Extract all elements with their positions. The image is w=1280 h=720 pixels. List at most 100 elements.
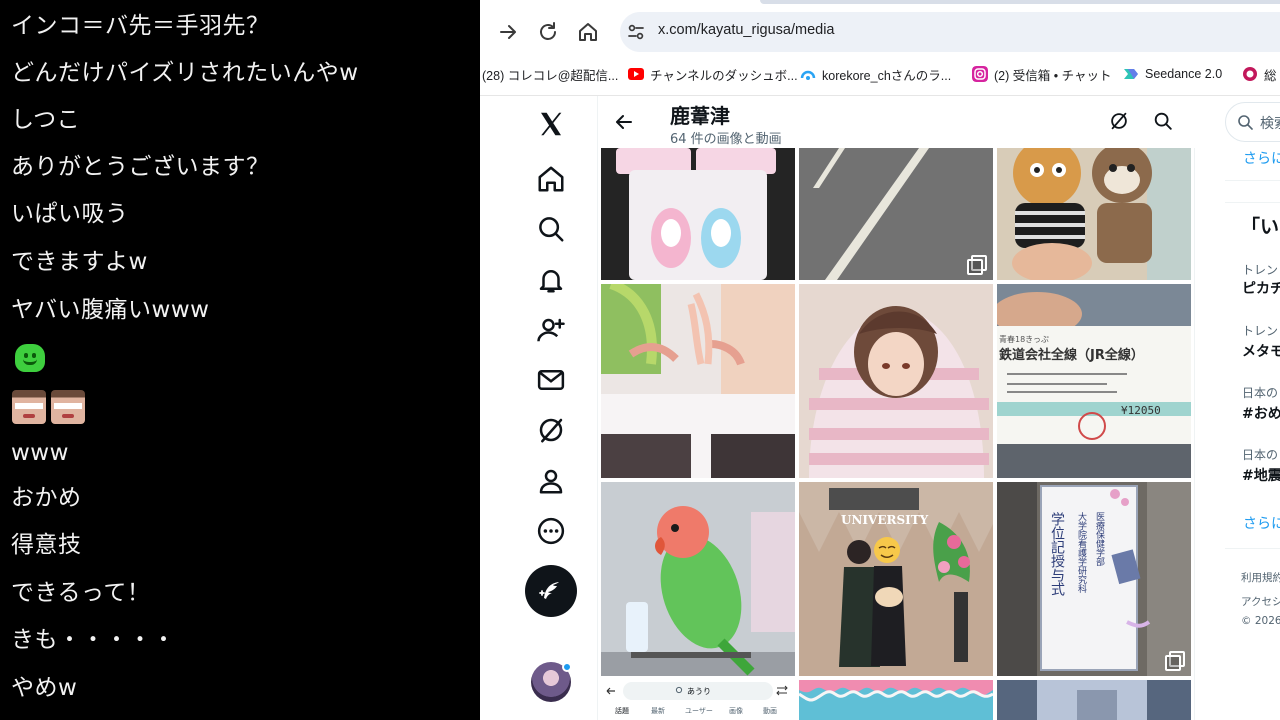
- footer-copyright: © 2026: [1241, 615, 1280, 627]
- right-sidebar: 検索 さらに 「い トレン ピカチ トレン メタモ 日本の #おめ 日本の #地…: [1225, 96, 1280, 720]
- chat-message: きも・・・・・: [11, 627, 176, 653]
- section-divider: [1225, 548, 1280, 549]
- bookmark-korekore-channel[interactable]: (28) コレコレ@超配信...: [482, 65, 618, 83]
- compose-post-button[interactable]: [525, 565, 577, 617]
- svg-text:大学院看護学研究科: 大学院看護学研究科: [1076, 511, 1087, 594]
- media-thumbnail: [997, 680, 1191, 720]
- explore-search-icon[interactable]: [536, 214, 566, 244]
- media-count: 64 件の画像と動画: [670, 132, 782, 147]
- bookmark-overflow[interactable]: 総: [1242, 65, 1277, 83]
- media-tile[interactable]: [997, 148, 1191, 280]
- forward-icon[interactable]: [496, 20, 520, 44]
- svg-text:学位記授与式: 学位記授与式: [1049, 512, 1065, 596]
- green-smile-emoji-icon: [15, 344, 45, 372]
- home-nav-icon[interactable]: [536, 164, 566, 194]
- media-thumbnail: [799, 148, 993, 280]
- chat-message: ありがとうございます？: [11, 154, 270, 180]
- svg-text:画像: 画像: [729, 706, 743, 715]
- media-tile[interactable]: UNIVERSITY: [799, 482, 993, 676]
- browser-window: x.com/kayatu_rigusa/media (28) コレコレ@超配信.…: [480, 0, 1280, 720]
- chat-message: どんだけパイズリされたいんやw: [11, 60, 359, 86]
- trend-item[interactable]: ピカチ: [1242, 278, 1280, 298]
- media-tile[interactable]: あうり 話題 最新 ユーザー 画像 動画: [601, 680, 795, 720]
- chat-message: いぱい吸う: [11, 201, 129, 227]
- media-tile[interactable]: [799, 284, 993, 478]
- profile-header: 鹿葦津 64 件の画像と動画: [598, 96, 1196, 148]
- url-text[interactable]: x.com/kayatu_rigusa/media: [658, 22, 835, 38]
- media-thumbnail: [997, 148, 1191, 280]
- svg-text:青春18きっぷ: 青春18きっぷ: [999, 334, 1049, 344]
- follow-add-user-icon[interactable]: [536, 315, 566, 345]
- grok-icon[interactable]: [536, 415, 566, 445]
- chat-message: インコ＝バ先＝手羽先？: [11, 13, 270, 39]
- svg-text:あうり: あうり: [687, 687, 711, 696]
- more-options-icon[interactable]: [536, 516, 566, 546]
- back-arrow-icon[interactable]: [614, 112, 634, 132]
- trend-context: 日本の: [1242, 448, 1279, 462]
- search-icon: [1238, 115, 1253, 130]
- svg-text:UNIVERSITY: UNIVERSITY: [841, 513, 929, 527]
- live-streaming-icon: [800, 70, 816, 80]
- site-settings-icon[interactable]: [626, 22, 646, 42]
- search-input[interactable]: 検索: [1225, 102, 1280, 142]
- svg-text:ユーザー: ユーザー: [685, 707, 713, 715]
- footer-link-terms[interactable]: 利用規約: [1241, 570, 1280, 585]
- bookmark-channel-dashboard[interactable]: チャンネルのダッシュボ...: [628, 65, 798, 83]
- search-profile-icon[interactable]: [1152, 110, 1174, 132]
- tab-strip: [760, 0, 1280, 4]
- media-thumbnail: [799, 680, 993, 720]
- media-tile[interactable]: 鉄道会社全線（JR全線） 青春18きっぷ ¥12050: [997, 284, 1191, 478]
- face-emoji-icon: [12, 390, 46, 424]
- grok-analyze-icon[interactable]: [1108, 110, 1130, 132]
- trend-item[interactable]: #おめ: [1242, 403, 1280, 423]
- trend-context: 日本の: [1242, 386, 1279, 400]
- media-tile[interactable]: [601, 284, 795, 478]
- chat-message: www: [11, 440, 69, 466]
- bookmark-instagram-inbox[interactable]: (2) 受信箱 • チャット: [972, 65, 1111, 83]
- messages-mail-icon[interactable]: [536, 365, 566, 395]
- media-thumbnail: UNIVERSITY: [799, 482, 993, 676]
- trend-item[interactable]: メタモ: [1242, 341, 1280, 361]
- media-thumbnail: [601, 284, 795, 478]
- trend-item[interactable]: #地震: [1242, 465, 1280, 485]
- media-timeline: 鉄道会社全線（JR全線） 青春18きっぷ ¥12050 UNIVERSITY 学…: [597, 96, 1196, 720]
- bookmark-korekore-live[interactable]: korekore_chさんのラ...: [800, 65, 951, 83]
- home-icon[interactable]: [576, 20, 600, 44]
- media-tile[interactable]: 学位記授与式 大学院看護学研究科 医療保健学部: [997, 482, 1191, 676]
- bookmark-favicon-icon: [1243, 67, 1257, 81]
- chat-message: ヤバい腹痛いwww: [11, 297, 210, 323]
- media-thumbnail: 鉄道会社全線（JR全線） 青春18きっぷ ¥12050: [997, 284, 1191, 478]
- profile-user-icon[interactable]: [536, 466, 566, 496]
- chat-overlay: インコ＝バ先＝手羽先？ どんだけパイズリされたいんやw しつこ ありがとうござい…: [0, 0, 480, 720]
- chat-message: 得意技: [11, 532, 82, 558]
- bookmarks-bar: (28) コレコレ@超配信... チャンネルのダッシュボ... korekore…: [480, 60, 1280, 88]
- media-thumbnail: 学位記授与式 大学院看護学研究科 医療保健学部: [997, 482, 1191, 676]
- reload-icon[interactable]: [536, 20, 560, 44]
- instagram-icon: [972, 66, 988, 82]
- media-thumbnail: [799, 284, 993, 478]
- footer-link-accessibility[interactable]: アクセシ: [1241, 594, 1280, 609]
- profile-name: 鹿葦津: [670, 104, 730, 128]
- media-tile[interactable]: [601, 482, 795, 676]
- media-tile[interactable]: [997, 680, 1191, 720]
- show-more-link[interactable]: さらに: [1243, 148, 1280, 168]
- svg-text:話題: 話題: [615, 706, 629, 715]
- trend-context: トレン: [1242, 263, 1279, 277]
- media-tile[interactable]: [799, 680, 993, 720]
- section-divider: [1225, 202, 1280, 203]
- media-tile[interactable]: [601, 148, 795, 280]
- media-tile[interactable]: [799, 148, 993, 280]
- chat-message: やめw: [11, 675, 78, 701]
- media-thumbnail: [601, 482, 795, 676]
- trends-section-title: 「い: [1241, 216, 1280, 238]
- notifications-bell-icon[interactable]: [536, 265, 566, 295]
- chat-message: しつこ: [11, 107, 81, 133]
- show-more-link[interactable]: さらに: [1243, 513, 1280, 533]
- seedance-icon: [1124, 69, 1138, 79]
- face-emoji-icon: [51, 390, 85, 424]
- chat-message: できますよw: [11, 249, 148, 275]
- svg-text:¥12050: ¥12050: [1121, 404, 1161, 417]
- x-logo-icon[interactable]: [536, 109, 566, 139]
- svg-text:最新: 最新: [651, 706, 665, 715]
- bookmark-seedance[interactable]: Seedance 2.0: [1123, 65, 1222, 83]
